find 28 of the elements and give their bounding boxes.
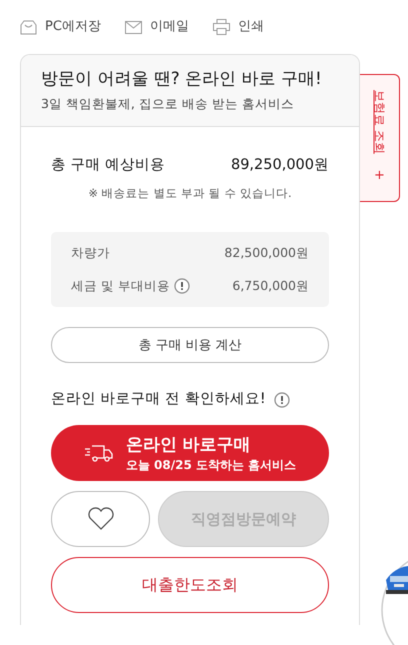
cost-label: 차량가 [71,244,110,262]
check-heading: 온라인 바로구매 전 확인하세요! [51,390,266,410]
card-subtitle: 3일 책임환불제, 집으로 배송 받는 홈서비스 [41,95,295,113]
truck-icon [84,443,114,463]
loan-limit-button[interactable]: 대출한도조회 [51,557,329,613]
folder-icon [20,20,37,34]
buy-sublabel: 오늘 08/25 도착하는 홈서비스 [126,457,296,473]
toolbar-button[interactable]: 인쇄 [212,17,264,37]
buy-online-button[interactable]: 온라인 바로구매 오늘 08/25 도착하는 홈서비스 [51,425,329,481]
cost-label: 세금 및 부대비용 [71,276,170,294]
insurance-side-tab[interactable]: 보험료 조회 + [360,74,400,202]
side-tab-label: 보험료 조회 [372,90,388,154]
shipping-note: ※ 배송료는 별도 부과 될 수 있습니다. [87,184,293,202]
cost-value: 82,500,000원 [224,244,309,262]
heart-icon [86,507,114,531]
toolbar-button[interactable]: 이메일 [124,17,189,37]
total-value: 89,250,000원 [230,156,329,175]
mail-icon [124,20,142,34]
calculate-button[interactable]: 총 구매 비용 계산 [51,327,329,364]
printer-icon [212,19,230,35]
buy-label: 온라인 바로구매 [126,434,251,457]
info-icon[interactable] [274,392,290,408]
plus-label: + [374,167,385,186]
info-icon[interactable] [174,278,190,294]
total-label: 총 구매 예상비용 [51,156,166,175]
toolbar-button[interactable]: PC에저장 [20,17,101,37]
card-title: 방문이 어려울 땐? 온라인 바로 구매! [41,68,323,91]
cost-value: 6,750,000원 [232,276,309,294]
